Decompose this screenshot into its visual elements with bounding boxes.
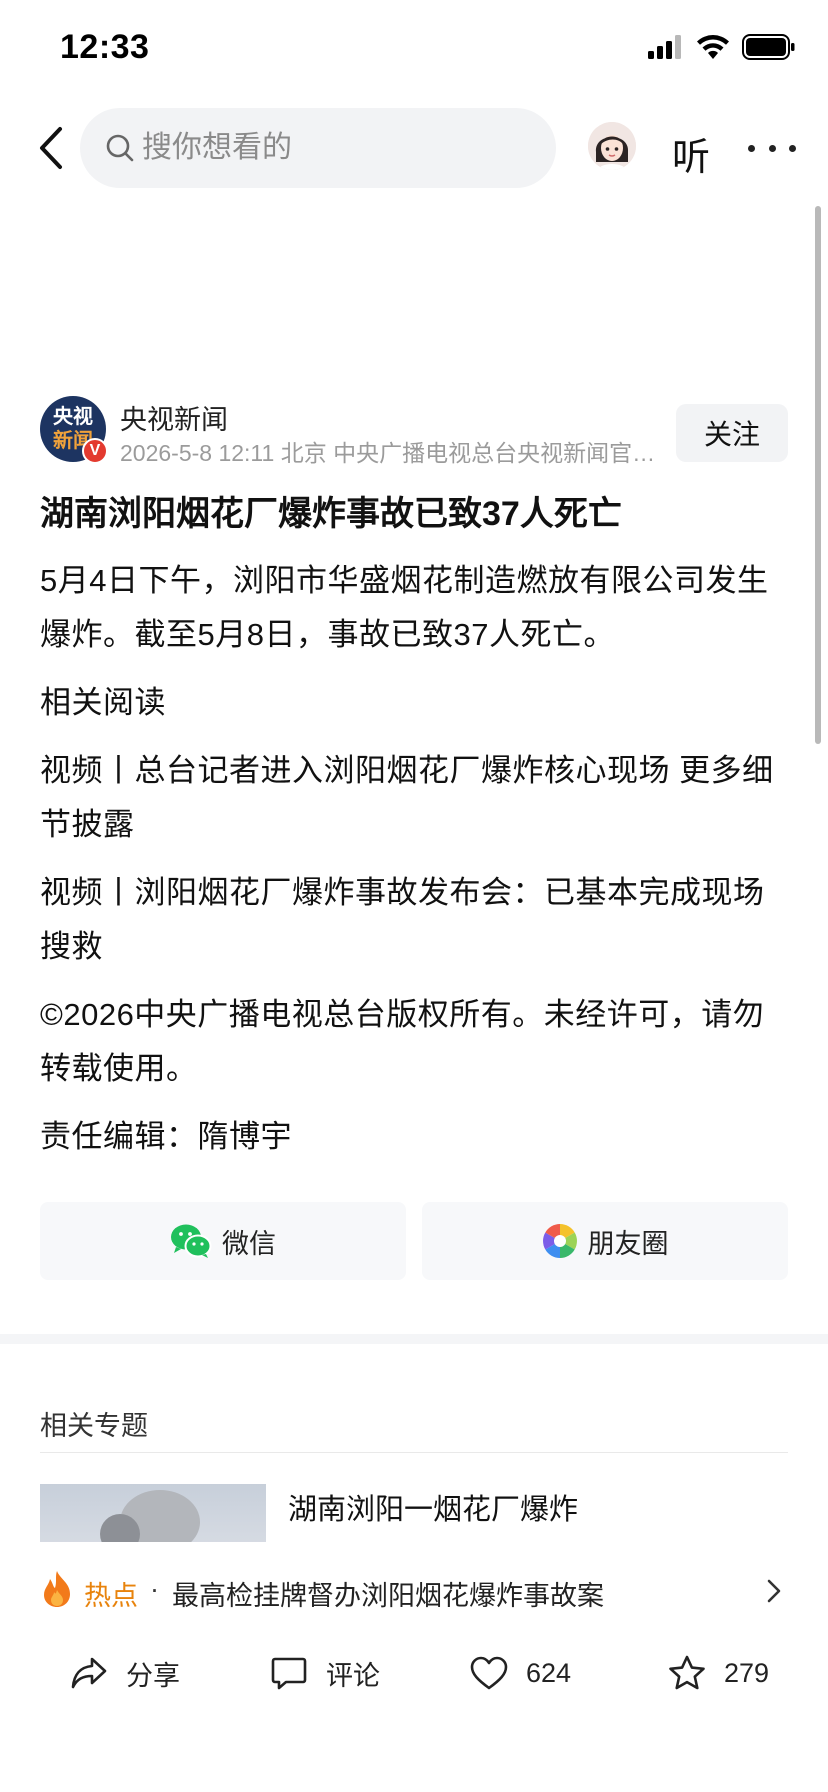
like-button[interactable]: 624 [470, 1650, 571, 1696]
article-body: 湖南浏阳烟花厂爆炸事故已致37人死亡 5月4日下午，浏阳市华盛烟花制造燃放有限公… [40, 488, 790, 1178]
search-icon [106, 134, 134, 162]
related-topic-thumbnail [40, 1484, 266, 1544]
signal-icon [648, 35, 681, 59]
verified-badge-icon: V [82, 438, 108, 464]
hot-headline[interactable]: 最高检挂牌督办浏阳烟花爆炸事故案 [172, 1574, 604, 1613]
comment-icon [271, 1657, 307, 1690]
hot-separator: · [150, 1574, 159, 1604]
follow-button[interactable]: 关注 [676, 404, 788, 462]
listen-button[interactable]: 听 [672, 126, 710, 181]
nav-bar: 听 [0, 106, 828, 190]
favorite-button[interactable]: 279 [668, 1650, 769, 1696]
chevron-right-icon[interactable] [764, 1578, 784, 1604]
author-meta: 2026-5-8 12:11 北京 中央广播电视总台央视新闻官方账号 [120, 440, 660, 466]
comment-label: 评论 [326, 1660, 380, 1691]
share-action-button[interactable]: 分享 [70, 1650, 180, 1696]
hot-label: 热点 [84, 1581, 138, 1611]
chevron-left-icon [40, 127, 62, 169]
wifi-icon [697, 35, 729, 59]
avatar[interactable] [588, 122, 636, 170]
more-dot-icon [748, 144, 755, 152]
heart-icon [470, 1656, 508, 1690]
author-row: 央视 新闻 V 央视新闻 2026-5-8 12:11 北京 中央广播电视总台央… [40, 396, 788, 466]
scrollbar[interactable] [815, 206, 821, 744]
share-wechat-label: 微信 [222, 1228, 276, 1259]
moments-icon [542, 1224, 577, 1258]
share-row: 微信 朋友圈 [40, 1202, 788, 1280]
share-moments-label: 朋友圈 [587, 1228, 669, 1259]
status-time: 12:33 [60, 28, 150, 66]
article-paragraph: 5月4日下午，浏阳市华盛烟花制造燃放有限公司发生爆炸。截至5月8日，事故已致37… [40, 563, 769, 652]
status-bar: 12:33 [0, 0, 828, 100]
search-box[interactable] [80, 108, 556, 188]
flame-icon [44, 1571, 70, 1607]
article-headline: 湖南浏阳烟花厂爆炸事故已致37人死亡 [40, 495, 622, 533]
copyright-notice: ©2026中央广播电视总台版权所有。未经许可，请勿转载使用。 [40, 997, 765, 1086]
related-divider [40, 1452, 788, 1453]
logo-text-line1: 央视 [53, 406, 93, 428]
bottom-action-bar: 分享 评论 624 279 [0, 1640, 828, 1706]
share-moments-button[interactable]: 朋友圈 [422, 1202, 788, 1280]
battery-icon [742, 34, 795, 60]
related-link[interactable]: 视频丨浏阳烟花厂爆炸事故发布会：已基本完成现场搜救 [40, 866, 790, 974]
status-icons [648, 34, 796, 60]
share-wechat-button[interactable]: 微信 [40, 1202, 406, 1280]
related-topic-item[interactable]: 湖南浏阳一烟花厂爆炸 [40, 1484, 788, 1544]
editor-credit: 责任编辑：隋博宇 [40, 1119, 292, 1154]
related-topic-title: 湖南浏阳一烟花厂爆炸 [288, 1494, 579, 1526]
avatar-illustration [588, 122, 636, 170]
favorite-count: 279 [724, 1657, 770, 1688]
related-reading-label: 相关阅读 [40, 685, 166, 720]
comment-button[interactable]: 评论 [270, 1650, 380, 1696]
like-count: 624 [526, 1657, 572, 1688]
related-topics-title: 相关专题 [40, 1411, 148, 1441]
star-icon [669, 1655, 705, 1690]
hot-news-bar[interactable]: 热点 · 最高检挂牌督办浏阳烟花爆炸事故案 [0, 1542, 828, 1638]
share-arrow-icon [71, 1657, 107, 1689]
section-divider [0, 1334, 828, 1344]
more-dot-icon [789, 144, 796, 152]
more-dot-icon [768, 144, 776, 152]
author-name[interactable]: 央视新闻 [120, 398, 228, 437]
wechat-icon [171, 1224, 212, 1258]
more-button[interactable] [748, 128, 796, 168]
share-action-label: 分享 [126, 1660, 180, 1691]
back-button[interactable] [26, 120, 76, 176]
related-link[interactable]: 视频丨总台记者进入浏阳烟花厂爆炸核心现场 更多细节披露 [40, 744, 790, 852]
search-input[interactable] [140, 130, 524, 166]
